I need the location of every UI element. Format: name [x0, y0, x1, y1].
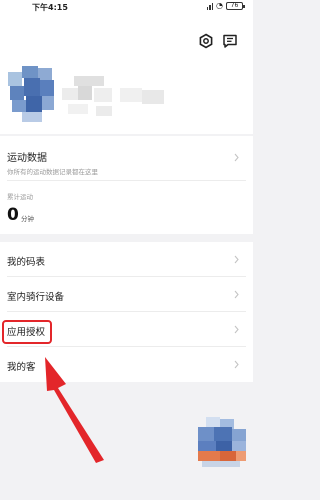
total-exercise-value: 0 [7, 205, 19, 225]
blurred-profile [8, 58, 178, 130]
sports-data-title: 运动数据 [7, 153, 47, 164]
menu-item-label: 我的客 [7, 362, 36, 373]
divider [7, 180, 246, 181]
total-exercise-label: 累计运动 [7, 193, 33, 201]
settings-menu: 我的码表 室内骑行设备 应用授权 我的客 [0, 242, 253, 382]
status-bar: 下午4:15 ◔ 76 [0, 0, 253, 14]
highlight-box [2, 320, 52, 344]
total-exercise-unit: 分钟 [21, 215, 34, 223]
menu-item-my-customer-service[interactable]: 我的客 [0, 347, 253, 382]
message-icon[interactable] [222, 33, 238, 49]
status-time: 下午4:15 [32, 3, 68, 12]
sports-data-subtitle: 你所有的运动数据记录都在这里 [7, 168, 98, 176]
status-icons: ◔ 76 [206, 1, 245, 10]
menu-item-indoor-cycling-device[interactable]: 室内骑行设备 [0, 277, 253, 312]
signal-icon [206, 2, 214, 10]
menu-item-my-bike-computer[interactable]: 我的码表 [0, 242, 253, 277]
chevron-right-icon [234, 325, 239, 334]
blurred-floating-widget[interactable] [198, 417, 248, 467]
chevron-right-icon [234, 290, 239, 299]
menu-item-label: 室内骑行设备 [7, 292, 65, 303]
hexagon-gear-icon[interactable] [198, 33, 214, 49]
chevron-right-icon [234, 153, 239, 162]
wifi-icon: ◔ [216, 1, 223, 10]
sports-data-card[interactable]: 运动数据 你所有的运动数据记录都在这里 累计运动 0 分钟 [0, 136, 253, 234]
menu-item-label: 我的码表 [7, 257, 46, 268]
battery-level: 76 [230, 2, 239, 9]
chevron-right-icon [234, 255, 239, 264]
chevron-right-icon [234, 360, 239, 369]
battery-icon: 76 [226, 2, 245, 10]
profile-header [0, 14, 253, 134]
